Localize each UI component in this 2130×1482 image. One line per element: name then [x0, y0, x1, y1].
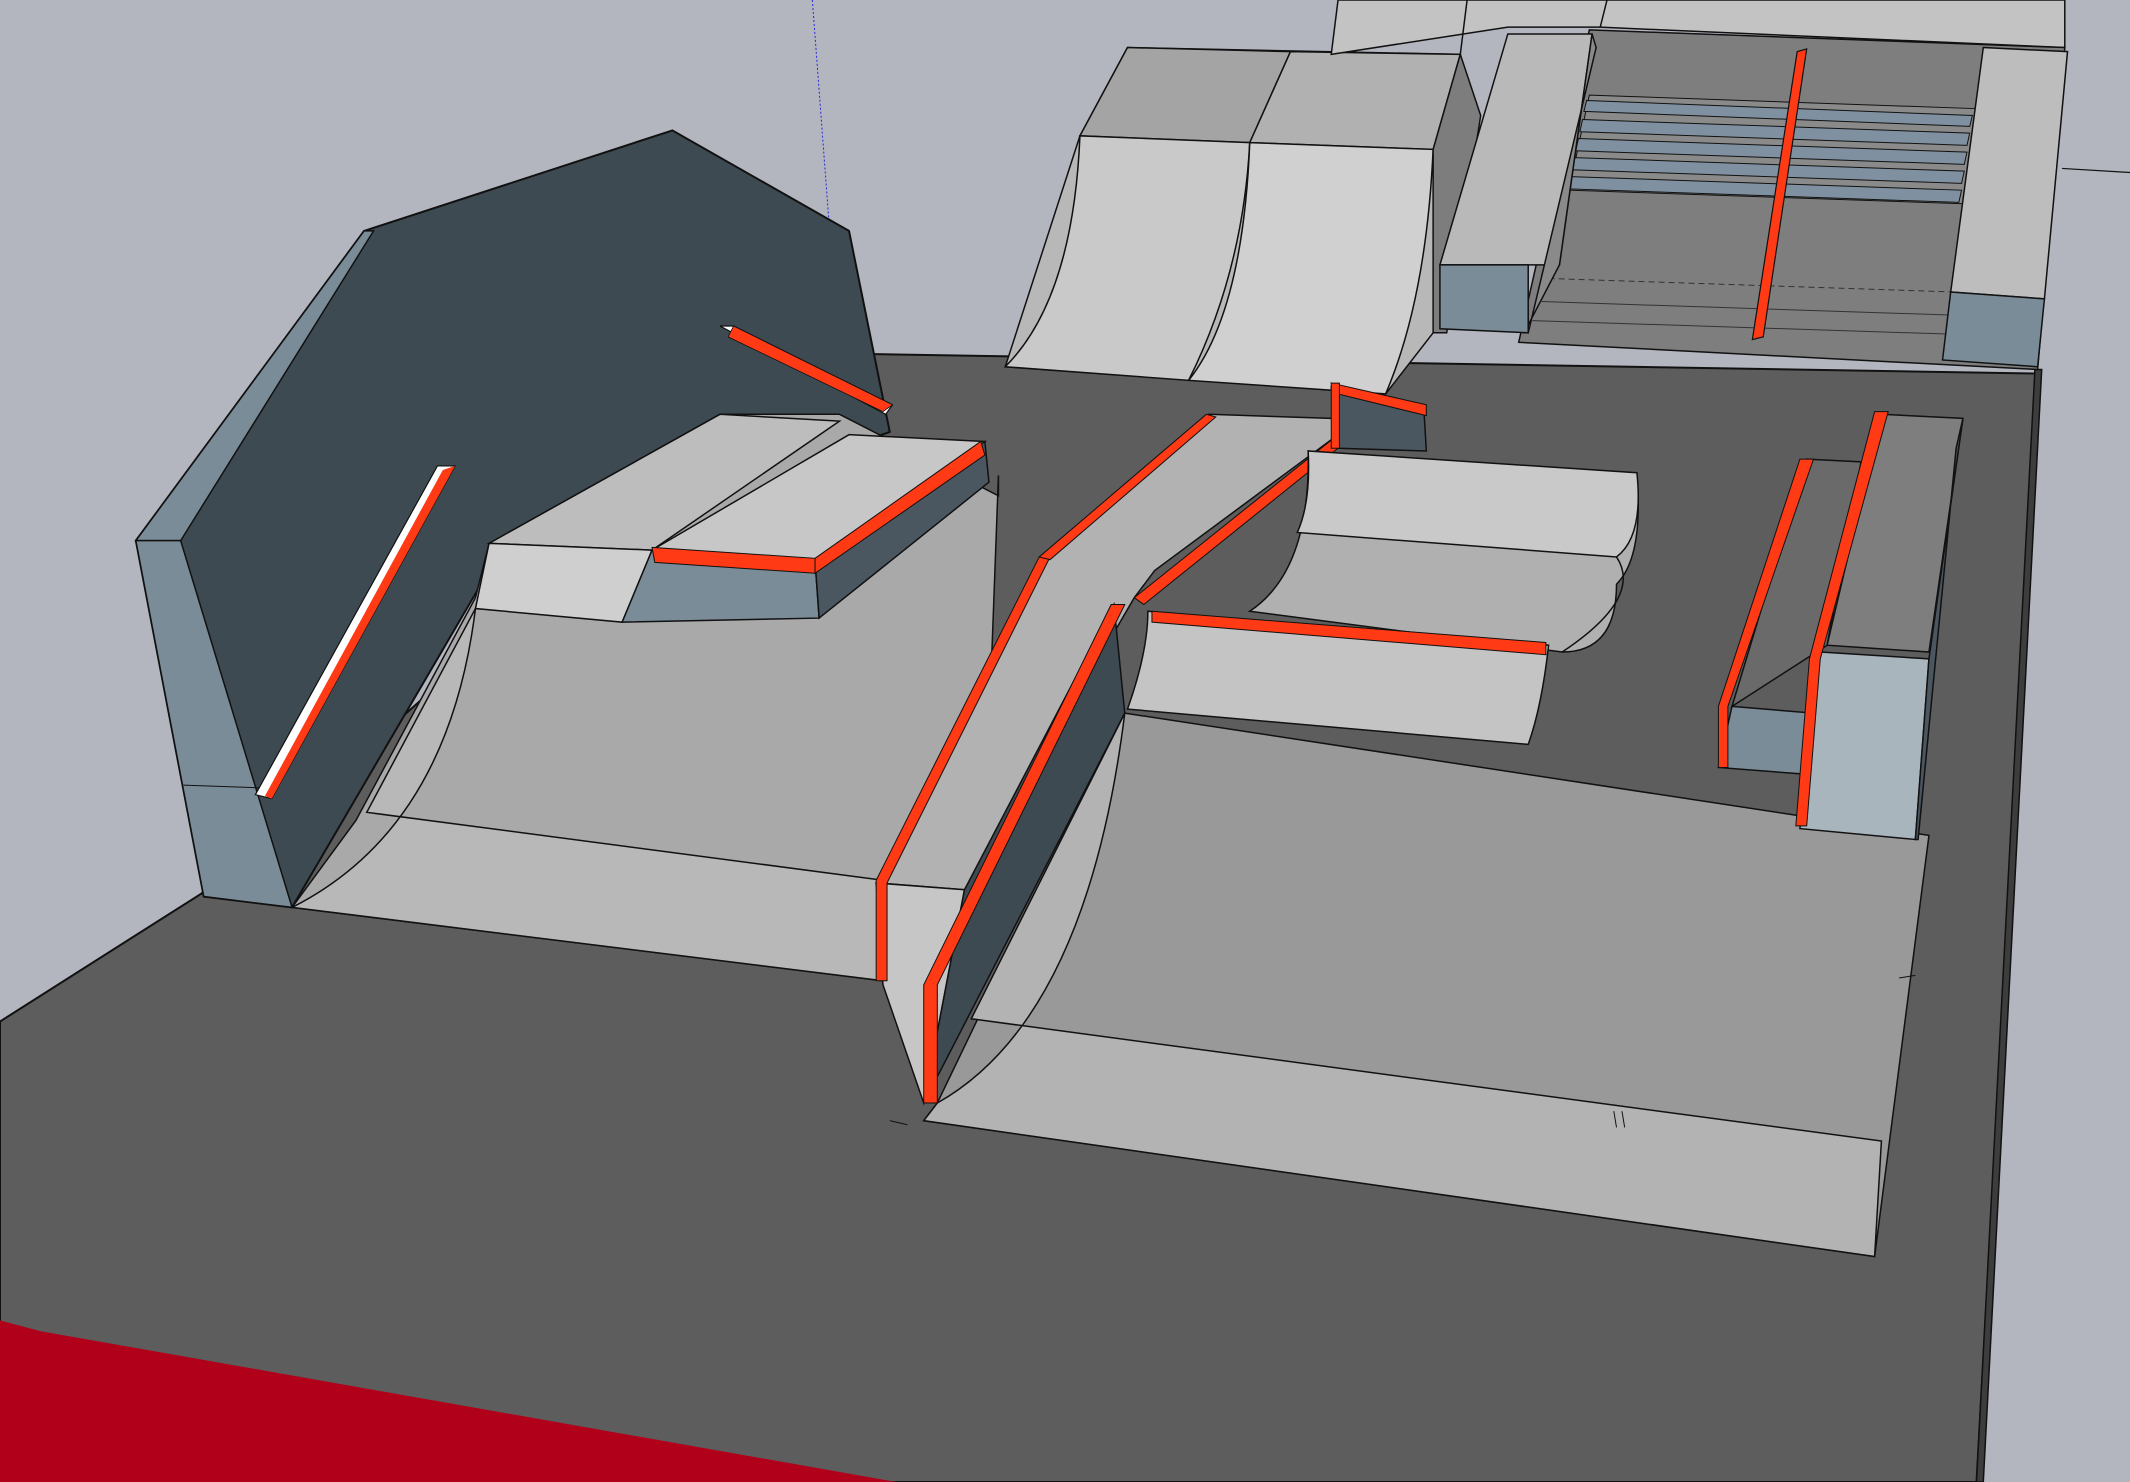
model-viewport[interactable] — [0, 0, 2130, 1482]
skatepark-scene[interactable] — [0, 0, 2130, 1482]
